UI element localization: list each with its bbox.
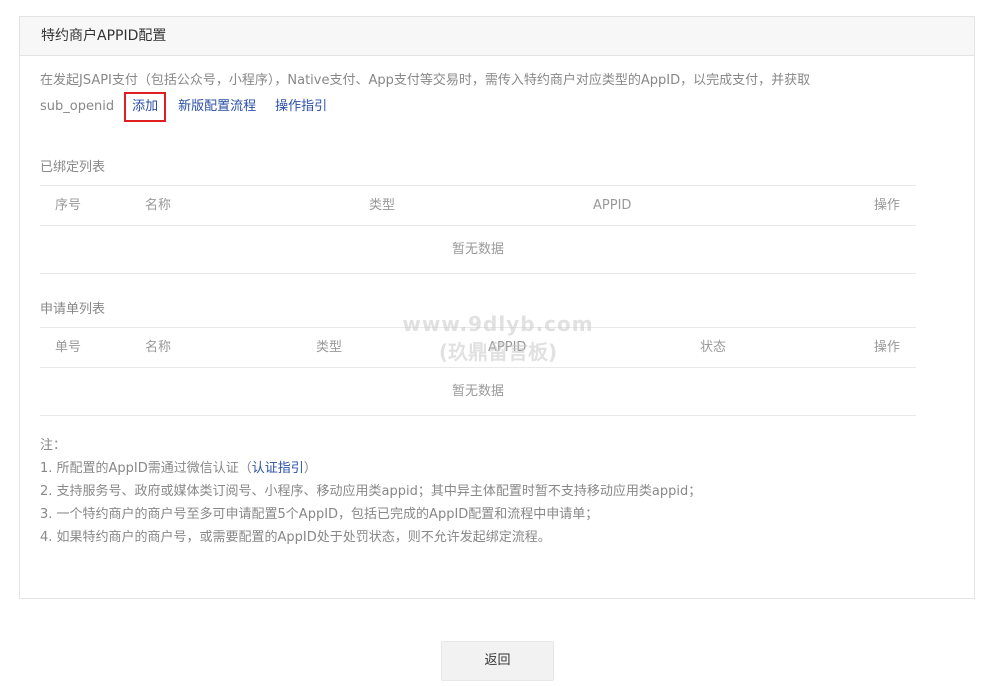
col-action: 操作 bbox=[873, 198, 900, 213]
add-appid-highlight: 添加 bbox=[124, 92, 167, 122]
note-3: 3. 一个特约商户的商户号至多可申请配置5个AppID，包括已完成的AppID配… bbox=[40, 507, 599, 522]
col-action: 操作 bbox=[873, 340, 900, 355]
col-status: 状态 bbox=[700, 340, 727, 355]
col-name: 名称 bbox=[145, 198, 172, 213]
apply-list-table: 单号 名称 类型 APPID 状态 操作 暂无数据 bbox=[40, 327, 916, 416]
col-name: 名称 bbox=[145, 340, 172, 355]
note-1-text: 1. 所配置的AppID需通过微信认证（ bbox=[40, 461, 252, 476]
intro-line-1: 在发起JSAPI支付（包括公众号，小程序），Native支付、App支付等交易时… bbox=[40, 73, 811, 88]
back-button[interactable]: 返回 bbox=[441, 641, 554, 681]
intro-text: 在发起JSAPI支付（包括公众号，小程序），Native支付、App支付等交易时… bbox=[40, 70, 900, 122]
col-order-no: 单号 bbox=[55, 340, 82, 355]
certification-guide-link[interactable]: 认证指引 bbox=[252, 461, 304, 476]
apply-list-title: 申请单列表 bbox=[40, 302, 106, 317]
col-type: 类型 bbox=[316, 340, 343, 355]
bound-list-empty: 暂无数据 bbox=[40, 226, 916, 274]
new-config-flow-link[interactable]: 新版配置流程 bbox=[178, 96, 256, 118]
col-appid: APPID bbox=[593, 198, 632, 213]
operation-guide-link[interactable]: 操作指引 bbox=[275, 96, 327, 118]
intro-line-2: sub_openid 添加 新版配置流程 操作指引 bbox=[40, 92, 900, 122]
apply-list-header: 单号 名称 类型 APPID 状态 操作 bbox=[40, 327, 916, 368]
col-type: 类型 bbox=[369, 198, 396, 213]
add-appid-link[interactable]: 添加 bbox=[132, 99, 158, 114]
col-appid: APPID bbox=[488, 340, 527, 355]
bound-list-table: 序号 名称 类型 APPID 操作 暂无数据 bbox=[40, 185, 916, 274]
note-1: 1. 所配置的AppID需通过微信认证（认证指引） bbox=[40, 457, 701, 480]
notes-heading: 注： bbox=[40, 438, 67, 453]
bound-list-title: 已绑定列表 bbox=[40, 160, 106, 175]
panel-title: 特约商户APPID配置 bbox=[20, 17, 974, 56]
notes: 注： 1. 所配置的AppID需通过微信认证（认证指引） 2. 支持服务号、政府… bbox=[40, 434, 701, 549]
note-4: 4. 如果特约商户的商户号，或需要配置的AppID处于处罚状态，则不允许发起绑定… bbox=[40, 530, 551, 545]
note-2: 2. 支持服务号、政府或媒体类订阅号、小程序、移动应用类appid；其中异主体配… bbox=[40, 484, 702, 499]
bound-list-header: 序号 名称 类型 APPID 操作 bbox=[40, 185, 916, 226]
intro-sub-openid: sub_openid bbox=[40, 99, 115, 114]
col-index: 序号 bbox=[55, 198, 82, 213]
apply-list-empty: 暂无数据 bbox=[40, 368, 916, 416]
note-1-suffix: ） bbox=[303, 461, 317, 476]
